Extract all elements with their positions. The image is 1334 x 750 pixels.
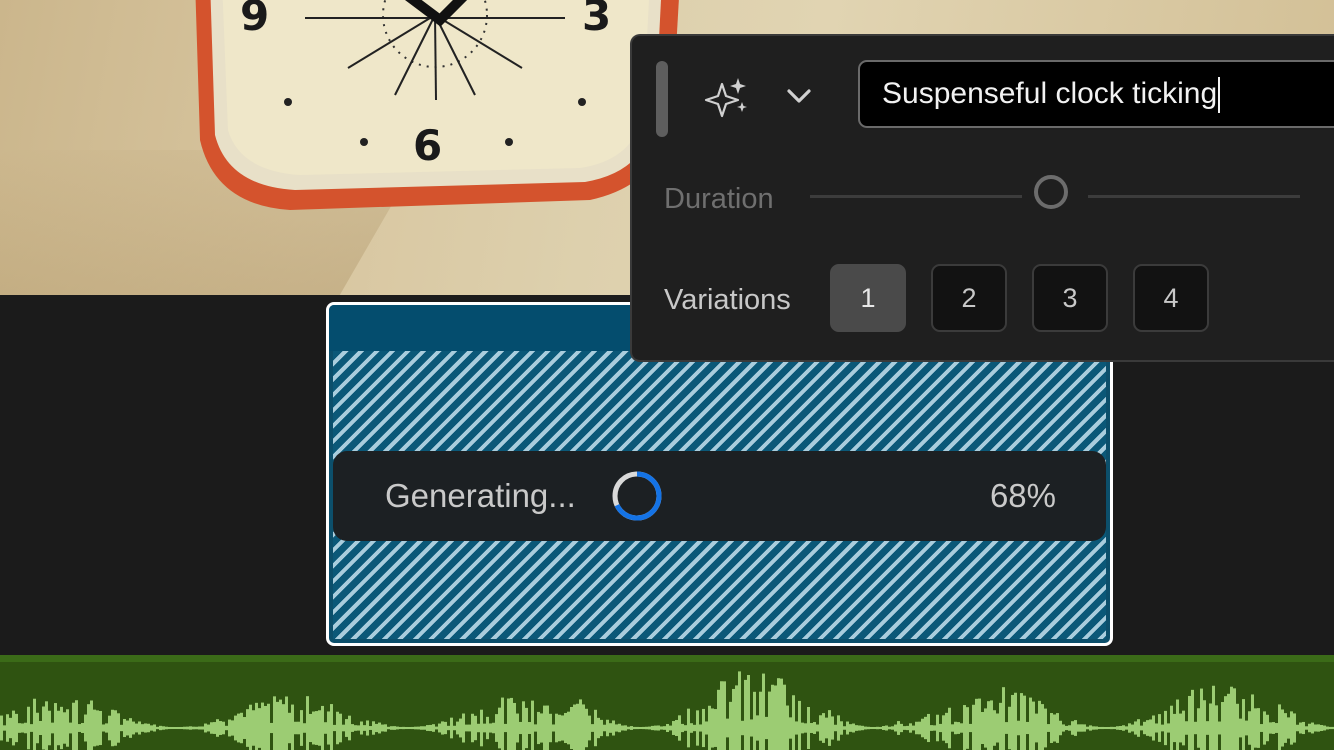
svg-text:6: 6 <box>413 121 442 170</box>
duration-slider-track[interactable] <box>810 195 1022 198</box>
generation-progress: Generating... 68% <box>333 451 1106 541</box>
variation-button-3[interactable]: 3 <box>1032 264 1108 332</box>
duration-slider-track-right[interactable] <box>1088 195 1300 198</box>
duration-label: Duration <box>664 183 774 215</box>
svg-text:9: 9 <box>240 0 269 40</box>
prompt-input[interactable]: Suspenseful clock ticking <box>858 60 1334 128</box>
duration-slider-thumb[interactable] <box>1034 175 1068 209</box>
sparkle-icon[interactable] <box>702 74 750 122</box>
sound-effect-panel: Suspenseful clock ticking Duration Varia… <box>630 34 1334 362</box>
loading-spinner-icon <box>612 471 662 521</box>
variation-button-1[interactable]: 1 <box>830 264 906 332</box>
svg-text:3: 3 <box>582 0 611 40</box>
audio-track[interactable] <box>0 655 1334 750</box>
variation-button-4[interactable]: 4 <box>1133 264 1209 332</box>
audio-waveform <box>0 671 1334 750</box>
variation-button-2[interactable]: 2 <box>931 264 1007 332</box>
variations-label: Variations <box>664 284 791 316</box>
text-caret <box>1218 77 1221 114</box>
generation-status: Generating... <box>385 477 576 514</box>
drag-handle[interactable] <box>656 61 668 137</box>
chevron-down-icon[interactable] <box>785 82 813 110</box>
prompt-text: Suspenseful clock ticking <box>882 77 1218 110</box>
generation-percent: 68% <box>989 477 1056 514</box>
